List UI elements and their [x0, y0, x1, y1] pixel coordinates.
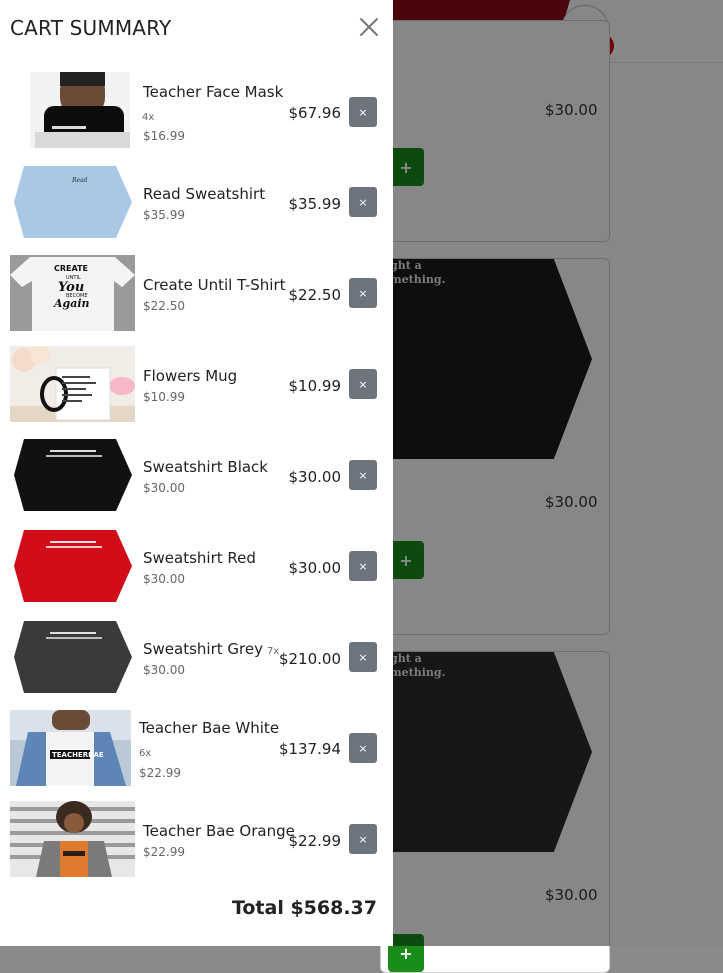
item-unit-price: $30.00 [143, 572, 185, 586]
item-name: Read Sweatshirt [143, 185, 266, 203]
cart-item: TEACHERBAE Teacher Bae White 6x $22.99 $… [0, 710, 393, 800]
tshirt-image: CREATE UNTIL You BECOME Again [10, 255, 135, 331]
sweatshirt-image: Read [10, 164, 135, 240]
product-thumbnail [10, 346, 135, 422]
product-thumbnail: Read [10, 164, 135, 240]
item-name: Teacher Face Mask [143, 83, 284, 101]
item-name: Create Until T-Shirt [143, 276, 286, 294]
remove-item-button[interactable]: × [349, 97, 377, 127]
cart-item: Read Read Sweatshirt $35.99 $35.99 × [0, 164, 393, 254]
item-total: $137.94 [278, 740, 341, 758]
svg-text:Read: Read [71, 177, 88, 184]
cart-item: Sweatshirt Grey 7x $30.00 $210.00 × [0, 619, 393, 709]
cart-item: Teacher Bae Orange $22.99 $22.99 × [0, 801, 393, 891]
item-quantity: 4x [142, 112, 155, 123]
item-total: $22.50 [288, 286, 342, 304]
item-name: Teacher Bae White [139, 719, 280, 737]
drawer-title: CART SUMMARY [10, 16, 172, 40]
item-total: $30.00 [288, 468, 342, 486]
sweatshirt-image [10, 619, 135, 695]
item-unit-price: $35.99 [143, 208, 185, 222]
teacher-bae-orange-image [10, 801, 135, 877]
item-total: $35.99 [288, 195, 342, 213]
remove-item-button[interactable]: × [349, 278, 377, 308]
item-total: $10.99 [288, 377, 342, 395]
item-unit-price: $22.99 [143, 845, 185, 859]
product-thumbnail: TEACHERBAE [10, 710, 131, 786]
face-mask-image [30, 72, 130, 148]
item-name: Teacher Bae Orange [143, 822, 295, 840]
item-quantity: 6x [139, 748, 152, 759]
remove-item-button[interactable]: × [349, 187, 377, 217]
item-name-text: Sweatshirt Grey [143, 640, 263, 658]
product-thumbnail: CREATE UNTIL You BECOME Again [10, 255, 135, 331]
cart-item: CREATE UNTIL You BECOME Again Create Unt… [0, 255, 393, 345]
product-thumbnail [10, 528, 135, 604]
svg-text:TEACHERBAE: TEACHERBAE [52, 751, 104, 759]
item-name: Sweatshirt Red [143, 549, 256, 567]
item-unit-price: $22.50 [143, 299, 185, 313]
item-unit-price: $30.00 [143, 663, 185, 677]
item-name: Sweatshirt Black [143, 458, 268, 476]
item-name: Sweatshirt Grey 7x [143, 640, 279, 658]
item-total: $67.96 [288, 104, 342, 122]
cart-item: Teacher Face Mask 4x $16.99 $67.96 × [0, 72, 393, 162]
remove-item-button[interactable]: × [349, 460, 377, 490]
item-unit-price: $16.99 [143, 129, 185, 143]
product-thumbnail [10, 437, 135, 513]
item-total: $22.99 [288, 832, 342, 850]
remove-item-button[interactable]: × [349, 824, 377, 854]
mug-image [10, 346, 135, 422]
remove-item-button[interactable]: × [349, 551, 377, 581]
svg-text:CREATE: CREATE [54, 264, 88, 273]
product-thumbnail [10, 619, 135, 695]
item-unit-price: $22.99 [139, 766, 181, 780]
close-button[interactable] [359, 17, 379, 37]
svg-text:Again: Again [53, 297, 90, 310]
item-name: Flowers Mug [143, 367, 238, 385]
remove-item-button[interactable]: × [349, 642, 377, 672]
item-total: $210.00 [278, 650, 341, 668]
sweatshirt-image [10, 437, 135, 513]
item-quantity: 7x [266, 646, 280, 657]
close-icon [360, 18, 378, 36]
cart-summary-drawer: CART SUMMARY Teacher Face Mask 4x $16.99… [0, 0, 393, 946]
cart-item: Sweatshirt Red $30.00 $30.00 × [0, 528, 393, 618]
item-unit-price: $30.00 [143, 481, 185, 495]
item-unit-price: $10.99 [143, 390, 185, 404]
remove-item-button[interactable]: × [349, 733, 377, 763]
cart-total: Total $568.37 [231, 897, 377, 919]
cart-item: Flowers Mug $10.99 $10.99 × [0, 346, 393, 436]
sweatshirt-image [10, 528, 135, 604]
item-total: $30.00 [288, 559, 342, 577]
product-thumbnail [10, 801, 135, 877]
remove-item-button[interactable]: × [349, 369, 377, 399]
cart-item: Sweatshirt Black $30.00 $30.00 × [0, 437, 393, 527]
product-thumbnail [30, 72, 130, 148]
teacher-bae-white-image: TEACHERBAE [10, 710, 131, 786]
